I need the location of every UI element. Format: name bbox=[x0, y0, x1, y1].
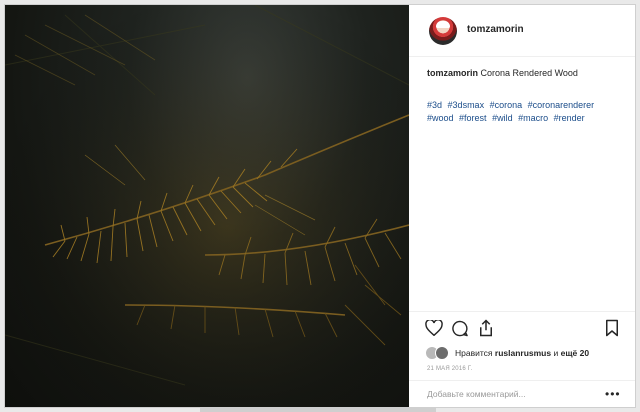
post-header: tomzamorin bbox=[409, 5, 635, 57]
hashtag-link[interactable]: #forest bbox=[459, 113, 487, 123]
hashtag-list: #3d #3dsmax #corona #coronarenderer #woo… bbox=[427, 99, 627, 125]
comment-input[interactable] bbox=[427, 389, 587, 399]
hashtag-link[interactable]: #wood bbox=[427, 113, 454, 123]
hashtag-link[interactable]: #3dsmax bbox=[448, 100, 485, 110]
header-username[interactable]: tomzamorin bbox=[467, 24, 524, 35]
likes-prefix: Нравится bbox=[455, 348, 493, 358]
hashtag-link[interactable]: #3d bbox=[427, 100, 442, 110]
likes-middle: и bbox=[553, 348, 559, 358]
hashtag-link[interactable]: #render bbox=[554, 113, 585, 123]
post-modal: tomzamorin tomzamorin Corona Rendered Wo… bbox=[4, 4, 636, 408]
hashtag-link[interactable]: #coronarenderer bbox=[528, 100, 595, 110]
bookmark-icon[interactable] bbox=[605, 319, 619, 342]
post-sidebar: tomzamorin tomzamorin Corona Rendered Wo… bbox=[409, 5, 635, 407]
hashtag-link[interactable]: #macro bbox=[518, 113, 548, 123]
pine-branch-image bbox=[5, 5, 409, 407]
comment-icon[interactable] bbox=[451, 320, 469, 342]
likes-count[interactable]: ещё 20 bbox=[561, 348, 589, 358]
share-icon[interactable] bbox=[478, 319, 494, 342]
likes-summary[interactable]: Нравится ruslanrusmus и ещё 20 bbox=[425, 344, 589, 362]
hashtag-link[interactable]: #corona bbox=[490, 100, 523, 110]
post-caption: tomzamorin Corona Rendered Wood bbox=[427, 67, 623, 79]
avatar[interactable] bbox=[429, 17, 457, 45]
likes-user[interactable]: ruslanrusmus bbox=[495, 348, 551, 358]
hashtag-link[interactable]: #wild bbox=[492, 113, 513, 123]
comment-row: ••• bbox=[409, 380, 635, 407]
scroll-strip bbox=[200, 407, 436, 412]
liker-avatar bbox=[435, 346, 449, 360]
heart-icon[interactable] bbox=[425, 319, 443, 341]
post-date: 21 МАЯ 2016 Г. bbox=[427, 366, 473, 372]
caption-text: Corona Rendered Wood bbox=[480, 68, 578, 78]
likes-text: Нравится ruslanrusmus и ещё 20 bbox=[455, 348, 589, 358]
post-photo[interactable] bbox=[5, 5, 409, 407]
caption-username[interactable]: tomzamorin bbox=[427, 68, 478, 78]
more-options-icon[interactable]: ••• bbox=[605, 387, 621, 401]
post-actions: Нравится ruslanrusmus и ещё 20 21 МАЯ 20… bbox=[409, 311, 635, 407]
